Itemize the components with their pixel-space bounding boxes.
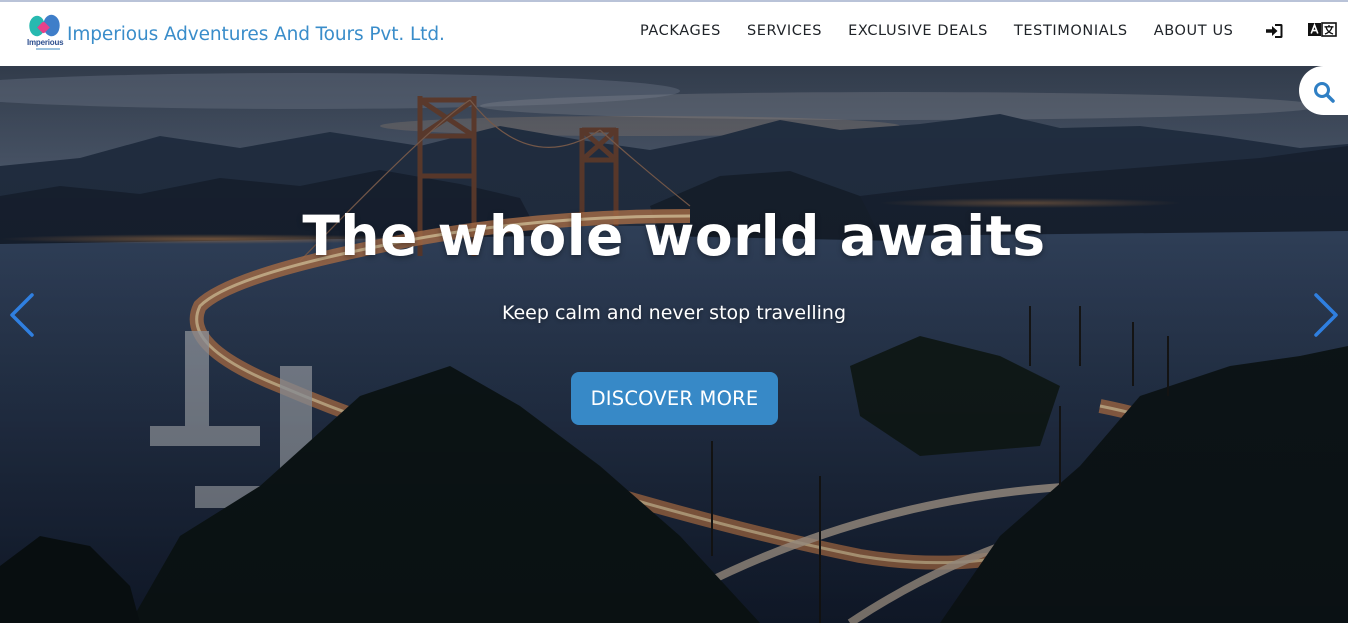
- hero-background-image: [0, 66, 1348, 623]
- search-icon: [1314, 82, 1335, 103]
- nav-item-testimonials[interactable]: TESTIMONIALS: [1014, 23, 1128, 39]
- discover-more-button[interactable]: DISCOVER MORE: [571, 372, 778, 425]
- hero-title: The whole world awaits: [302, 204, 1046, 268]
- nav-item-packages[interactable]: PACKAGES: [640, 23, 721, 39]
- login-icon[interactable]: [1265, 23, 1283, 39]
- logo-wordmark: Imperious: [27, 38, 64, 47]
- logo-underline: [36, 48, 60, 50]
- nav-item-services[interactable]: SERVICES: [747, 23, 822, 39]
- hero-subtitle: Keep calm and never stop travelling: [501, 302, 847, 324]
- nav-item-exclusive-deals[interactable]: EXCLUSIVE DEALS: [848, 23, 988, 39]
- translate-icon[interactable]: [1307, 22, 1337, 38]
- nav-item-about-us[interactable]: ABOUT US: [1154, 23, 1234, 39]
- main-menu: PACKAGES SERVICES EXCLUSIVE DEALS TESTIM…: [640, 2, 1259, 66]
- brand[interactable]: Imperious Imperious Adventures And Tours…: [26, 12, 445, 54]
- brand-logo[interactable]: Imperious: [26, 12, 64, 54]
- brand-name[interactable]: Imperious Adventures And Tours Pvt. Ltd.: [67, 24, 445, 45]
- hero-banner: The whole world awaits Keep calm and nev…: [0, 66, 1348, 623]
- navbar: Imperious Imperious Adventures And Tours…: [0, 2, 1348, 66]
- chevron-left-icon[interactable]: [8, 292, 36, 338]
- search-button[interactable]: [1299, 66, 1348, 115]
- chevron-right-icon[interactable]: [1312, 292, 1340, 338]
